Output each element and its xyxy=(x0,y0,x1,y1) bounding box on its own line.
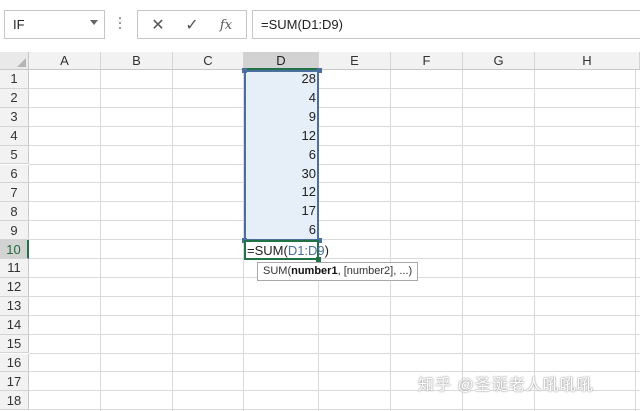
column-gridline xyxy=(635,70,636,411)
formula-range-ref: D1:D9 xyxy=(287,243,325,258)
row-gridline xyxy=(29,314,640,316)
row-gridline xyxy=(29,239,640,241)
row-header-11[interactable]: 11 xyxy=(0,259,29,278)
tooltip-rest: , [number2], ...) xyxy=(337,265,413,277)
range-handle-top-right[interactable] xyxy=(317,68,322,73)
column-header-h[interactable]: H xyxy=(535,52,640,70)
row-header-16[interactable]: 16 xyxy=(0,353,29,373)
chevron-down-icon[interactable] xyxy=(90,20,98,25)
cell-d3[interactable]: 9 xyxy=(244,108,316,126)
name-box[interactable]: IF xyxy=(4,10,105,39)
tooltip-arg1[interactable]: number1 xyxy=(291,265,337,277)
column-header-e[interactable]: E xyxy=(319,52,391,70)
function-tooltip: SUM(number1, [number2], ...) xyxy=(257,262,419,281)
insert-function-icon[interactable]: fx xyxy=(214,14,238,36)
cell-d2[interactable]: 4 xyxy=(244,89,316,107)
column-header-c[interactable]: C xyxy=(173,52,244,70)
check-icon[interactable]: ✓ xyxy=(180,14,204,36)
column-gridline xyxy=(100,70,101,411)
row-header-3[interactable]: 3 xyxy=(0,107,29,127)
cancel-icon[interactable]: ✕ xyxy=(146,14,170,36)
row-header-12[interactable]: 12 xyxy=(0,277,29,297)
row-gridline xyxy=(29,144,640,146)
row-gridline xyxy=(29,409,640,411)
column-header-d[interactable]: D xyxy=(244,52,319,70)
row-header-10[interactable]: 10 xyxy=(0,240,29,259)
formula-suffix: ) xyxy=(324,243,330,258)
row-header-13[interactable]: 13 xyxy=(0,296,29,316)
row-header-4[interactable]: 4 xyxy=(0,126,29,146)
row-gridline xyxy=(29,220,640,222)
formula-text: =SUM(D1:D9) xyxy=(261,17,343,32)
row-header-6[interactable]: 6 xyxy=(0,164,29,184)
row-gridline xyxy=(29,201,640,203)
cell-d1[interactable]: 28 xyxy=(244,70,316,88)
row-gridline xyxy=(29,333,640,335)
cell-d4[interactable]: 12 xyxy=(244,127,316,145)
row-header-5[interactable]: 5 xyxy=(0,145,29,165)
row-gridline xyxy=(29,163,640,165)
row-header-7[interactable]: 7 xyxy=(0,183,29,203)
cell-d6[interactable]: 30 xyxy=(244,165,316,183)
row-header-8[interactable]: 8 xyxy=(0,202,29,222)
splitter-handle[interactable] xyxy=(119,17,121,31)
row-gridline xyxy=(29,352,640,354)
row-gridline xyxy=(29,87,640,89)
row-header-18[interactable]: 18 xyxy=(0,391,29,411)
row-gridline xyxy=(29,125,640,127)
row-header-15[interactable]: 15 xyxy=(0,334,29,354)
column-gridline xyxy=(534,70,535,411)
row-header-9[interactable]: 9 xyxy=(0,221,29,241)
row-header-2[interactable]: 2 xyxy=(0,88,29,108)
cell-d9[interactable]: 6 xyxy=(244,221,316,239)
formula-input[interactable]: =SUM(D1:D9) xyxy=(252,10,640,39)
column-header-f[interactable]: F xyxy=(391,52,463,70)
formula-buttons: ✕ ✓ fx xyxy=(137,10,247,39)
row-gridline xyxy=(29,295,640,297)
row-header-17[interactable]: 17 xyxy=(0,372,29,392)
column-gridline xyxy=(390,70,391,411)
column-header-a[interactable]: A xyxy=(29,52,101,70)
row-gridline xyxy=(29,258,640,259)
tooltip-func: SUM( xyxy=(263,265,292,277)
row-header-1[interactable]: 1 xyxy=(0,70,29,89)
active-cell-d10[interactable]: =SUM(D1:D9) xyxy=(244,240,329,260)
formula-bar-area: IF ✕ ✓ fx =SUM(D1:D9) xyxy=(0,0,640,48)
cell-d5[interactable]: 6 xyxy=(244,146,316,164)
cell-d8[interactable]: 17 xyxy=(244,202,316,220)
formula-prefix: =SUM( xyxy=(247,243,288,258)
row-header-14[interactable]: 14 xyxy=(0,315,29,335)
spreadsheet-grid[interactable]: ABCDEFGH 1 2 3 4 5 6 7 8 9 10 11 12 13 14 15 16 17 18 28 4… xyxy=(0,52,640,411)
name-box-value: IF xyxy=(13,17,25,32)
cell-d7[interactable]: 12 xyxy=(244,183,316,201)
column-header-g[interactable]: G xyxy=(463,52,535,70)
row-gridline xyxy=(29,182,640,184)
column-gridline xyxy=(462,70,463,411)
column-header-b[interactable]: B xyxy=(101,52,173,70)
row-gridline xyxy=(29,106,640,108)
select-all-corner[interactable] xyxy=(0,52,29,70)
watermark-text: 知乎 @圣诞老人吼吼吼 xyxy=(418,377,594,394)
column-gridline xyxy=(172,70,173,411)
